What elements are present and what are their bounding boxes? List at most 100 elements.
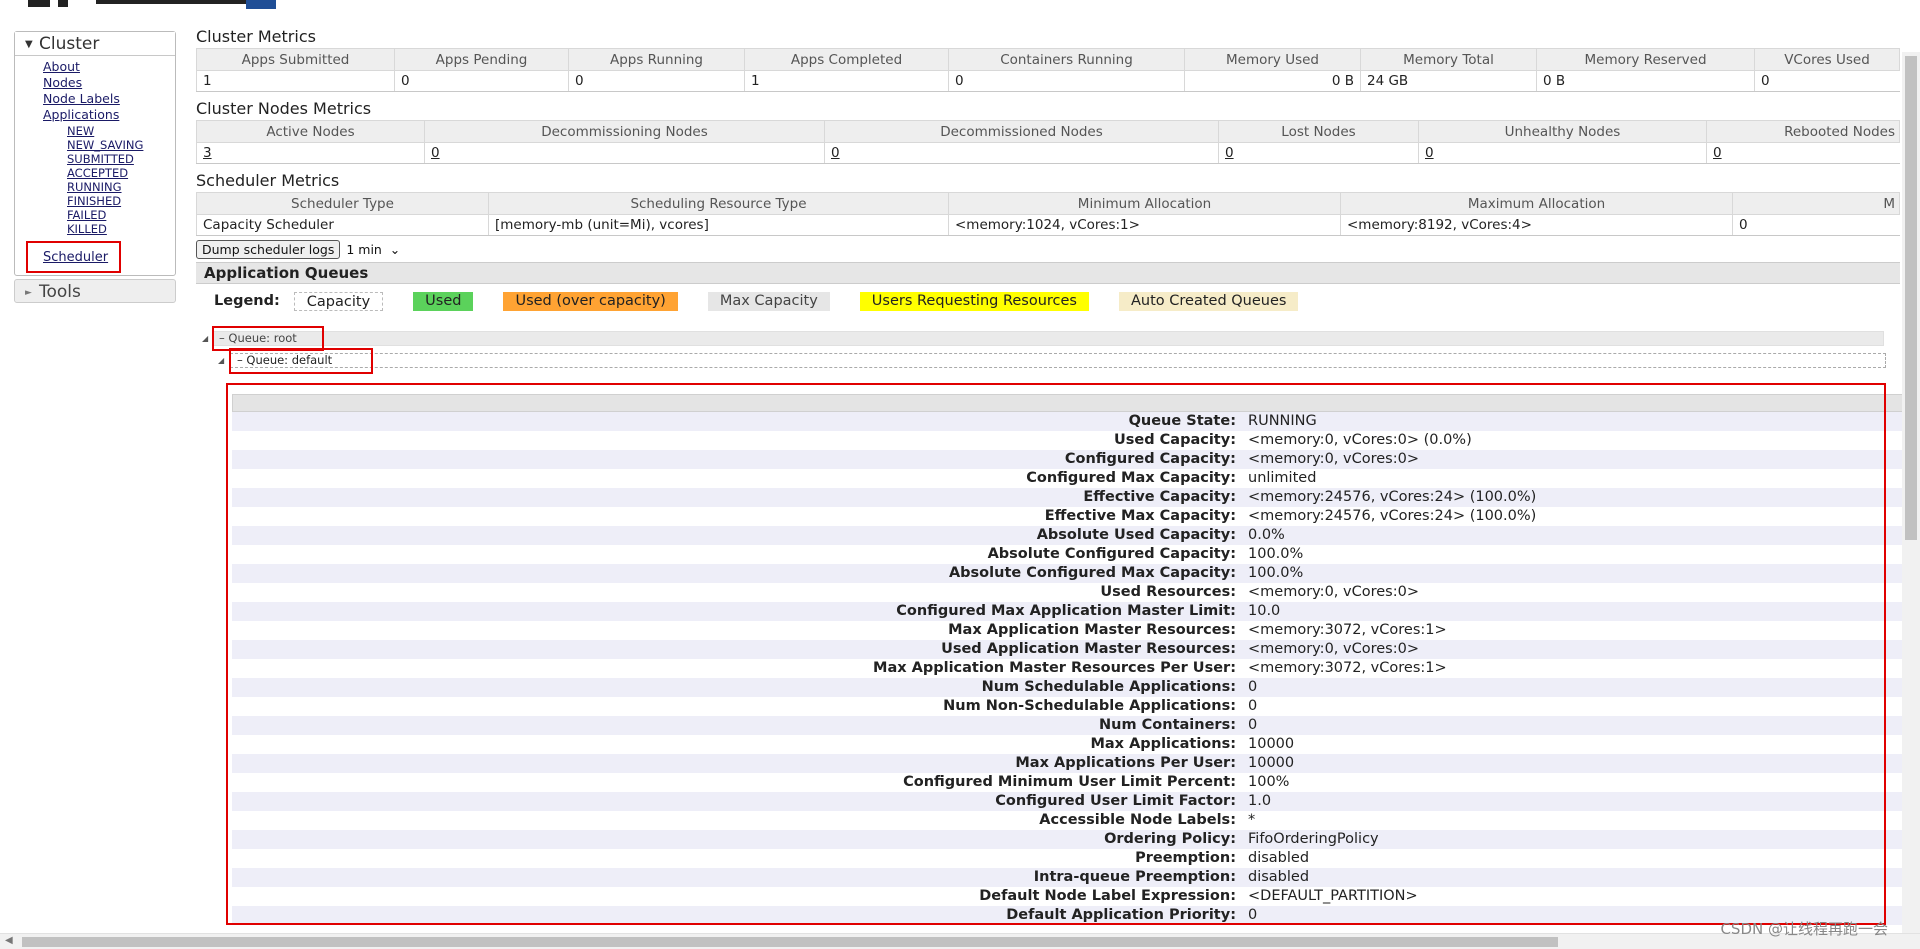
rebooted-nodes-link[interactable]: 0 xyxy=(1713,145,1722,161)
lost-nodes-link[interactable]: 0 xyxy=(1225,145,1234,161)
queue-detail-value: <memory:0, vCores:0> xyxy=(1248,641,1419,657)
queue-detail-key: Default Node Label Expression: xyxy=(979,888,1236,904)
scroll-left-icon[interactable]: ◀ xyxy=(5,935,13,946)
nav-state-finished[interactable]: FINISHED xyxy=(67,194,175,208)
queue-detail-key: Max Application Master Resources: xyxy=(948,622,1236,638)
queue-detail-key: Configured Capacity: xyxy=(1064,451,1236,467)
queue-detail-key: Default Application Priority: xyxy=(1006,907,1236,923)
queue-detail-key: Used Capacity: xyxy=(1113,432,1236,448)
unhealthy-nodes-link[interactable]: 0 xyxy=(1425,145,1434,161)
queue-detail-value: 0 xyxy=(1248,717,1258,733)
nav-state-new[interactable]: NEW xyxy=(67,124,175,138)
memory-total-value: 24 GB xyxy=(1360,70,1537,92)
tools-header[interactable]: ► Tools xyxy=(14,279,176,303)
queue-detail-table: Queue State: RUNNING Used Capacity: <memory… xyxy=(232,394,1904,925)
queue-default-label: Queue: default xyxy=(246,353,333,367)
nav-about-link[interactable]: About xyxy=(43,59,175,75)
queue-detail-value: 10000 xyxy=(1248,755,1295,771)
nav-state-submitted[interactable]: SUBMITTED xyxy=(67,152,175,166)
queue-root-label: Queue: root xyxy=(228,331,297,345)
containers-running-value: 0 xyxy=(948,70,1185,92)
queue-detail-row: Configured Max Application Master Limit:… xyxy=(232,602,1904,621)
col-apps-submitted: Apps Submitted xyxy=(196,48,395,71)
queue-detail-row: Configured Minimum User Limit Percent: 10… xyxy=(232,773,1904,792)
queue-detail-key: Queue State: xyxy=(1128,413,1236,429)
queue-detail-key: Used Application Master Resources: xyxy=(941,641,1236,657)
app-state-links: NEW NEW_SAVING SUBMITTED ACCEPTED RUNNIN… xyxy=(43,124,175,236)
vertical-scrollbar[interactable] xyxy=(1902,52,1920,949)
queue-detail-row: Absolute Configured Capacity: 100.0% xyxy=(232,545,1904,564)
legend-auto-created-queues: Auto Created Queues xyxy=(1119,291,1299,311)
queue-detail-row: Max Applications: 10000 xyxy=(232,735,1904,754)
col-containers-running: Containers Running xyxy=(948,48,1185,71)
dump-interval-select[interactable]: 1 min ⌄ xyxy=(346,242,400,257)
cluster-label: Cluster xyxy=(39,34,100,54)
queue-detail-row: Intra-queue Preemption: disabled xyxy=(232,868,1904,887)
scheduling-resource-type-value: [memory-mb (unit=Mi), vcores] xyxy=(488,214,949,236)
scheduler-type-value: Capacity Scheduler xyxy=(196,214,489,236)
queue-detail-key: Configured User Limit Factor: xyxy=(995,793,1236,809)
dump-logs-row: Dump scheduler logs 1 min ⌄ xyxy=(196,238,1900,260)
nav-state-new-saving[interactable]: NEW_SAVING xyxy=(67,138,175,152)
queue-detail-key: Max Application Master Resources Per Use… xyxy=(873,660,1236,676)
queue-detail-value: 10.0 xyxy=(1248,603,1281,619)
decommissioned-nodes-cell: 0 xyxy=(824,142,1219,164)
cluster-metrics-table: Apps Submitted Apps Pending Apps Running… xyxy=(196,48,1900,92)
col-unhealthy-nodes: Unhealthy Nodes xyxy=(1418,120,1707,143)
col-apps-pending: Apps Pending xyxy=(394,48,569,71)
dump-scheduler-logs-button[interactable]: Dump scheduler logs xyxy=(196,239,341,259)
application-queues-header: Application Queues xyxy=(196,262,1900,284)
default-expand-icon[interactable]: ◢ xyxy=(218,356,224,365)
cluster-nodes-metrics-title: Cluster Nodes Metrics xyxy=(196,99,372,118)
nav-applications-link[interactable]: Applications xyxy=(43,107,175,123)
nav-state-accepted[interactable]: ACCEPTED xyxy=(67,166,175,180)
vcores-used-value: 0 xyxy=(1754,70,1900,92)
nav-state-failed[interactable]: FAILED xyxy=(67,208,175,222)
apps-submitted-value: 1 xyxy=(196,70,395,92)
queue-detail-key: Accessible Node Labels: xyxy=(1039,812,1236,828)
nav-state-running[interactable]: RUNNING xyxy=(67,180,175,194)
queue-detail-value: 0.0% xyxy=(1248,527,1285,543)
scheduler-metrics-header-row: Scheduler Type Scheduling Resource Type … xyxy=(196,192,1900,215)
col-scheduler-type: Scheduler Type xyxy=(196,192,489,215)
cluster-metrics-value-row: 1 0 0 1 0 0 B 24 GB 0 B 0 xyxy=(196,70,1900,92)
active-nodes-link[interactable]: 3 xyxy=(203,145,212,161)
cluster-header[interactable]: ▼ Cluster xyxy=(15,32,175,56)
nav-node-labels-link[interactable]: Node Labels xyxy=(43,91,175,107)
queue-detail-row: Ordering Policy: FifoOrderingPolicy xyxy=(232,830,1904,849)
queue-detail-key: Absolute Used Capacity: xyxy=(1036,527,1236,543)
horizontal-scroll-thumb[interactable] xyxy=(22,937,1558,947)
decommissioned-nodes-link[interactable]: 0 xyxy=(831,145,840,161)
horizontal-scrollbar[interactable]: ◀ xyxy=(0,933,1920,949)
queue-default-bar[interactable]: – Queue: default xyxy=(230,353,1886,368)
nav-scheduler-link[interactable]: Scheduler xyxy=(43,250,108,265)
main-content: Cluster Metrics Apps Submitted Apps Pend… xyxy=(196,26,1904,925)
nav-nodes-link[interactable]: Nodes xyxy=(43,75,175,91)
queue-detail-row: Num Containers: 0 xyxy=(232,716,1904,735)
nav-state-killed[interactable]: KILLED xyxy=(67,222,175,236)
collapse-icon: – xyxy=(237,353,247,367)
legend-label: Legend: xyxy=(214,293,280,309)
cluster-metrics-title: Cluster Metrics xyxy=(196,27,316,46)
queue-detail-header xyxy=(232,394,1904,412)
collapse-icon: – xyxy=(219,331,229,345)
col-memory-total: Memory Total xyxy=(1360,48,1537,71)
queue-detail-value: <memory:0, vCores:0> (0.0%) xyxy=(1248,432,1472,448)
queue-root-bar[interactable]: – Queue: root xyxy=(212,331,1884,346)
active-nodes-cell: 3 xyxy=(196,142,425,164)
decommissioning-nodes-link[interactable]: 0 xyxy=(431,145,440,161)
legend-used-over-capacity: Used (over capacity) xyxy=(503,291,678,311)
queue-detail-row: Num Schedulable Applications: 0 xyxy=(232,678,1904,697)
queue-detail-row: Num Non-Schedulable Applications: 0 xyxy=(232,697,1904,716)
tools-label: Tools xyxy=(39,282,81,302)
lost-nodes-cell: 0 xyxy=(1218,142,1419,164)
col-lost-nodes: Lost Nodes xyxy=(1218,120,1419,143)
queue-detail-key: Configured Max Capacity: xyxy=(1026,470,1236,486)
queue-detail-key: Num Non-Schedulable Applications: xyxy=(943,698,1236,714)
queue-detail-value: FifoOrderingPolicy xyxy=(1248,831,1379,847)
root-expand-icon[interactable]: ◢ xyxy=(202,334,208,343)
caret-down-icon: ▼ xyxy=(25,39,33,50)
vertical-scroll-thumb[interactable] xyxy=(1905,56,1917,540)
queue-detail-row: Configured Capacity: <memory:0, vCores:0> xyxy=(232,450,1904,469)
scheduler-metrics-table: Scheduler Type Scheduling Resource Type … xyxy=(196,192,1900,236)
